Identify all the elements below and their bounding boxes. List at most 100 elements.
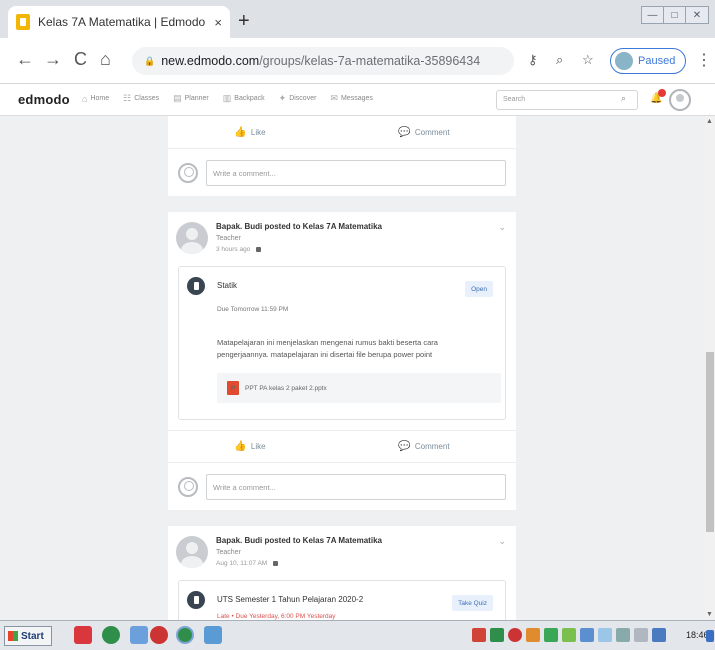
user-avatar[interactable] <box>669 89 691 111</box>
post-header: Bapak. Budi posted to Kelas 7A Matematik… <box>168 526 516 580</box>
browser-menu-icon[interactable]: ⋮ <box>696 50 712 70</box>
like-button[interactable]: 👍 Like <box>234 441 265 452</box>
scroll-up-icon[interactable]: ▲ <box>706 118 713 125</box>
comment-button[interactable]: 💬 Comment <box>398 441 449 452</box>
tray-app-icon[interactable] <box>472 628 486 642</box>
volume-icon[interactable] <box>616 628 630 642</box>
teacher-avatar[interactable] <box>176 222 208 254</box>
post-author[interactable]: Bapak. Budi posted to Kelas 7A Matematik… <box>216 222 382 231</box>
forward-arrow-icon[interactable]: → <box>44 49 62 70</box>
address-bar[interactable]: 🔒 new.edmodo.com/groups/kelas-7a-matemat… <box>132 47 514 75</box>
tray-app-icon[interactable] <box>562 628 576 642</box>
thumbs-up-icon: 👍 <box>234 126 247 138</box>
nav-label: Backpack <box>234 95 265 102</box>
maximize-button[interactable]: □ <box>664 7 686 23</box>
tray-app-icon[interactable] <box>544 628 558 642</box>
app-icon[interactable] <box>130 626 148 644</box>
page-scrollbar[interactable]: ▲ ▼ <box>705 116 715 620</box>
nav-item-home[interactable]: ⌂ Home <box>82 93 109 104</box>
nav-item-classes[interactable]: ☷ Classes <box>123 93 159 104</box>
comment-label: Comment <box>414 442 450 451</box>
post-options-chevron-icon[interactable]: ⌄ <box>498 536 506 547</box>
minimize-button[interactable]: — <box>642 7 664 23</box>
post-card: Bapak. Budi posted to Kelas 7A Matematik… <box>168 526 516 620</box>
bookmark-star-icon[interactable]: ☆ <box>582 52 594 68</box>
avatar <box>178 476 198 497</box>
quiz-due-late: Late • Due Yesterday, 6:00 PM Yesterday <box>217 613 336 620</box>
comment-input[interactable]: Write a comment... <box>206 159 506 186</box>
open-assignment-button[interactable]: Open <box>465 281 493 297</box>
post-options-chevron-icon[interactable]: ⌄ <box>498 222 506 233</box>
nav-label: Classes <box>134 95 160 102</box>
classes-icon: ☷ <box>123 93 132 103</box>
teacher-avatar[interactable] <box>176 536 208 568</box>
new-tab-button[interactable]: + <box>238 10 250 33</box>
scrollbar-thumb[interactable] <box>706 352 714 532</box>
tray-app-icon[interactable] <box>634 628 648 642</box>
comment-icon: 💬 <box>398 441 411 452</box>
assignment-card[interactable]: Statik Open Due Tomorrow 11:59 PM Matape… <box>178 266 506 420</box>
nav-item-messages[interactable]: ✉ Messages <box>330 93 372 104</box>
thumbs-up-icon: 👍 <box>234 441 247 452</box>
tray-app-icon[interactable] <box>508 628 522 642</box>
edmodo-favicon-icon <box>16 14 30 30</box>
chrome-icon[interactable] <box>102 626 120 644</box>
post-card-previous: 👍 Like 💬 Comment Write a comment... <box>168 116 516 196</box>
chrome-active-icon[interactable] <box>176 626 194 644</box>
profile-paused-button[interactable]: Paused <box>610 48 686 74</box>
nav-label: Planner <box>184 95 209 102</box>
quiz-card[interactable]: UTS Semester 1 Tahun Pelajaran 2020-2 Ta… <box>178 580 506 620</box>
backpack-icon: ▥ <box>222 93 232 103</box>
post-timestamp: Aug 10, 11:07 AM <box>216 560 279 567</box>
edmodo-logo[interactable]: edmodo <box>18 92 70 107</box>
back-arrow-icon[interactable]: ← <box>16 49 34 70</box>
comment-icon: 💬 <box>398 126 411 138</box>
tab-close-icon[interactable]: × <box>214 15 222 30</box>
powerpoint-file-icon: P <box>227 381 239 395</box>
like-label: Like <box>250 127 266 137</box>
windows-flag-icon <box>8 631 18 641</box>
attachment-file[interactable]: P PPT PA kelas 2 paket 2.pptx <box>217 373 501 403</box>
post-card: Bapak. Budi posted to Kelas 7A Matematik… <box>168 212 516 510</box>
tray-app-icon[interactable] <box>580 628 594 642</box>
opera-icon[interactable] <box>150 626 168 644</box>
nav-item-backpack[interactable]: ▥ Backpack <box>223 93 265 104</box>
take-quiz-button[interactable]: Take Quiz <box>452 595 493 611</box>
tray-app-icon[interactable] <box>490 628 504 642</box>
assignment-title[interactable]: Statik <box>217 281 237 290</box>
edmodo-nav-items: ⌂ Home ☷ Classes ▤ Planner ▥ Backpack ✦ Disco… <box>82 93 373 104</box>
post-timestamp: 3 hours ago <box>216 246 262 253</box>
comment-button[interactable]: 💬 Comment <box>398 127 449 138</box>
search-icon[interactable]: ⌕ <box>621 93 626 104</box>
show-desktop-button[interactable] <box>706 630 714 642</box>
quiz-title[interactable]: UTS Semester 1 Tahun Pelajaran 2020-2 <box>217 595 363 604</box>
home-icon[interactable]: ⌂ <box>100 49 111 70</box>
start-button[interactable]: Start <box>4 626 52 646</box>
browser-tab[interactable]: Kelas 7A Matematika | Edmodo × <box>8 6 230 38</box>
post-time: 3 hours ago <box>216 246 251 253</box>
like-button[interactable]: 👍 Like <box>234 127 265 138</box>
notification-badge <box>658 89 666 97</box>
edmodo-navbar: edmodo ⌂ Home ☷ Classes ▤ Planner ▥ Backpack… <box>0 84 715 116</box>
window-controls: — □ ✕ <box>641 6 709 24</box>
app-icon[interactable] <box>74 626 92 644</box>
network-icon[interactable] <box>598 628 612 642</box>
search-input[interactable]: Search <box>496 90 638 110</box>
reload-icon[interactable]: C <box>74 49 87 70</box>
post-author[interactable]: Bapak. Budi posted to Kelas 7A Matematik… <box>216 536 382 545</box>
post-author-role: Teacher <box>216 235 241 242</box>
close-window-button[interactable]: ✕ <box>686 7 708 23</box>
privacy-lock-icon <box>256 247 262 252</box>
comment-input[interactable]: Write a comment... <box>206 473 506 500</box>
browser-tab-strip: Kelas 7A Matematika | Edmodo × + — □ ✕ <box>0 0 715 38</box>
nav-item-planner[interactable]: ▤ Planner <box>173 93 209 104</box>
messages-icon: ✉ <box>330 93 338 103</box>
tray-app-icon[interactable] <box>652 628 666 642</box>
zoom-icon[interactable]: ⌕ <box>556 52 563 68</box>
tray-app-icon[interactable] <box>526 628 540 642</box>
password-key-icon[interactable]: ⚷ <box>528 52 538 68</box>
url-path: /groups/kelas-7a-matematika-35896434 <box>259 54 481 68</box>
nav-item-discover[interactable]: ✦ Discover <box>279 93 317 104</box>
scroll-down-icon[interactable]: ▼ <box>706 611 713 618</box>
app-icon[interactable] <box>204 626 222 644</box>
